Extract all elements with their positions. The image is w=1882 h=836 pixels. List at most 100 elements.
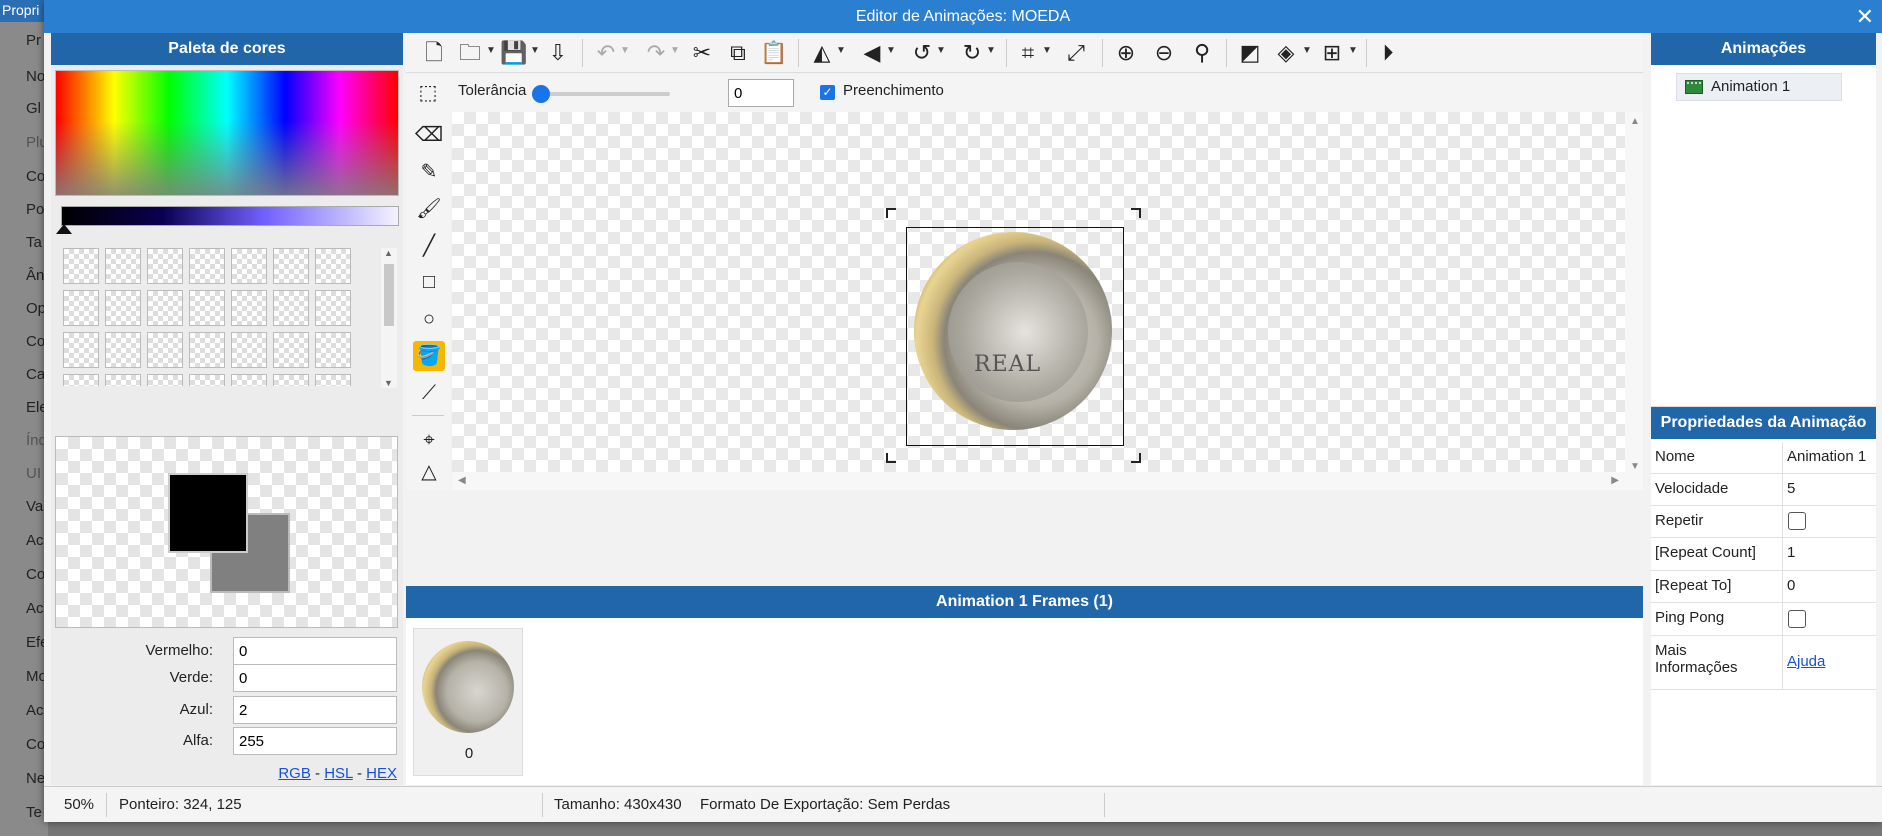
resize-icon[interactable]: ⤢ (1062, 39, 1090, 67)
color-spectrum[interactable] (55, 70, 399, 196)
zoom-out-icon[interactable]: ⊖ (1150, 39, 1178, 67)
grid-icon[interactable]: ⊞ (1318, 39, 1346, 67)
scroll-up-icon[interactable]: ▲ (1630, 116, 1640, 127)
line-icon[interactable]: ╱ (413, 231, 445, 261)
color-swatch[interactable] (147, 332, 183, 368)
canvas-horizontal-scrollbar[interactable]: ◀ ▶ (452, 472, 1643, 490)
mask-points-icon[interactable]: △ (413, 457, 445, 487)
chevron-down-icon[interactable]: ▼ (620, 45, 630, 56)
chevron-down-icon[interactable]: ▼ (1302, 45, 1312, 56)
canvas-vertical-scrollbar[interactable]: ▲ ▼ (1625, 112, 1643, 474)
animation-list-item[interactable]: Animation 1 (1676, 73, 1842, 101)
color-swatch[interactable] (273, 290, 309, 326)
chevron-down-icon[interactable]: ▼ (1348, 45, 1358, 56)
hex-link[interactable]: HEX (366, 765, 397, 782)
brush-icon[interactable]: 🖌 (413, 194, 445, 224)
luminance-marker[interactable] (56, 224, 72, 234)
undo-icon[interactable]: ↶ (592, 39, 620, 67)
swatch-scrollbar[interactable]: ▲ ▼ (381, 248, 397, 388)
rotate-cw-icon[interactable]: ↻ (958, 39, 986, 67)
close-icon[interactable]: ✕ (1856, 0, 1874, 33)
color-swatch[interactable] (105, 374, 141, 386)
color-swatch[interactable] (63, 374, 99, 386)
ellipse-icon[interactable]: ○ (413, 304, 445, 334)
scroll-down-icon[interactable]: ▼ (1630, 461, 1640, 472)
crop-icon[interactable]: ⌗ (1014, 39, 1042, 67)
color-swatch[interactable] (315, 374, 351, 386)
frame-thumbnail[interactable]: 0 (413, 628, 523, 776)
selection-handle[interactable] (1131, 453, 1141, 463)
green-input[interactable] (233, 664, 397, 692)
color-swatch[interactable] (315, 248, 351, 284)
repeat-checkbox[interactable] (1788, 512, 1806, 530)
eyedropper-icon[interactable]: ⟋ (413, 378, 445, 408)
export-icon[interactable]: ⇩ (544, 39, 572, 67)
chevron-down-icon[interactable]: ▼ (886, 45, 896, 56)
origin-icon[interactable]: ⌖ (413, 425, 445, 455)
color-swatch[interactable] (105, 248, 141, 284)
blue-input[interactable] (233, 696, 397, 724)
scroll-down-icon[interactable]: ▼ (384, 378, 393, 388)
alpha-input[interactable] (233, 727, 397, 755)
redo-icon[interactable]: ↷ (642, 39, 670, 67)
rgb-link[interactable]: RGB (278, 765, 311, 782)
fill-checkbox[interactable]: ✓ (820, 85, 835, 100)
scroll-up-icon[interactable]: ▲ (384, 248, 393, 258)
help-link[interactable]: Ajuda (1787, 653, 1825, 670)
new-file-icon[interactable]: 🗋 (420, 39, 448, 67)
color-swatch[interactable] (63, 332, 99, 368)
color-swatch[interactable] (147, 248, 183, 284)
property-value[interactable]: Animation 1 (1787, 448, 1866, 465)
scroll-left-icon[interactable]: ◀ (458, 475, 466, 486)
hsl-link[interactable]: HSL (324, 765, 353, 782)
selection-handle[interactable] (1131, 208, 1141, 218)
color-swatch[interactable] (273, 248, 309, 284)
chevron-down-icon[interactable]: ▼ (936, 45, 946, 56)
fill-bucket-icon[interactable]: 🪣 (413, 341, 445, 371)
primary-color[interactable] (168, 473, 248, 553)
color-swatch[interactable] (231, 248, 267, 284)
red-input[interactable] (233, 637, 397, 665)
open-folder-icon[interactable]: 🗀 (456, 39, 484, 67)
scissors-icon[interactable]: ✂ (688, 39, 716, 67)
color-swatch[interactable] (231, 332, 267, 368)
color-swatch[interactable] (147, 290, 183, 326)
copy-icon[interactable]: ⧉ (724, 39, 752, 67)
color-swatch[interactable] (147, 374, 183, 386)
tolerance-slider[interactable] (532, 92, 670, 96)
luminance-bar[interactable] (61, 206, 399, 226)
chevron-down-icon[interactable]: ▼ (486, 45, 496, 56)
color-swatch[interactable] (105, 290, 141, 326)
tolerance-slider-handle[interactable] (532, 85, 550, 103)
save-icon[interactable]: 💾 (500, 39, 528, 67)
color-swatch[interactable] (189, 332, 225, 368)
property-value[interactable]: 0 (1787, 577, 1795, 594)
color-swatch[interactable] (189, 374, 225, 386)
rectangle-icon[interactable]: □ (413, 267, 445, 297)
property-value[interactable]: 1 (1787, 544, 1795, 561)
scroll-thumb[interactable] (384, 264, 394, 326)
color-swatch[interactable] (273, 374, 309, 386)
paste-icon[interactable]: 📋 (760, 39, 788, 67)
chevron-down-icon[interactable]: ▼ (986, 45, 996, 56)
color-swatch[interactable] (315, 290, 351, 326)
mask-icon[interactable]: ◩ (1236, 39, 1264, 67)
color-swatch[interactable] (315, 332, 351, 368)
color-swatch[interactable] (273, 332, 309, 368)
color-swatch[interactable] (231, 290, 267, 326)
color-swatch[interactable] (231, 374, 267, 386)
property-value[interactable]: 5 (1787, 480, 1795, 497)
play-icon[interactable]: ⏵ (1374, 39, 1402, 67)
color-swatch[interactable] (105, 332, 141, 368)
flip-horizontal-icon[interactable]: ◭ (808, 39, 836, 67)
zoom-icon[interactable]: ⚲ (1188, 39, 1216, 67)
rotate-ccw-icon[interactable]: ↺ (908, 39, 936, 67)
selection-handle[interactable] (886, 453, 896, 463)
tolerance-input[interactable] (728, 79, 794, 107)
pencil-icon[interactable]: ✎ (413, 157, 445, 187)
selection-icon[interactable]: ⬚ (412, 78, 444, 108)
chevron-down-icon[interactable]: ▼ (836, 45, 846, 56)
ping-pong-checkbox[interactable] (1788, 610, 1806, 628)
chevron-down-icon[interactable]: ▼ (1042, 45, 1052, 56)
chevron-down-icon[interactable]: ▼ (670, 45, 680, 56)
